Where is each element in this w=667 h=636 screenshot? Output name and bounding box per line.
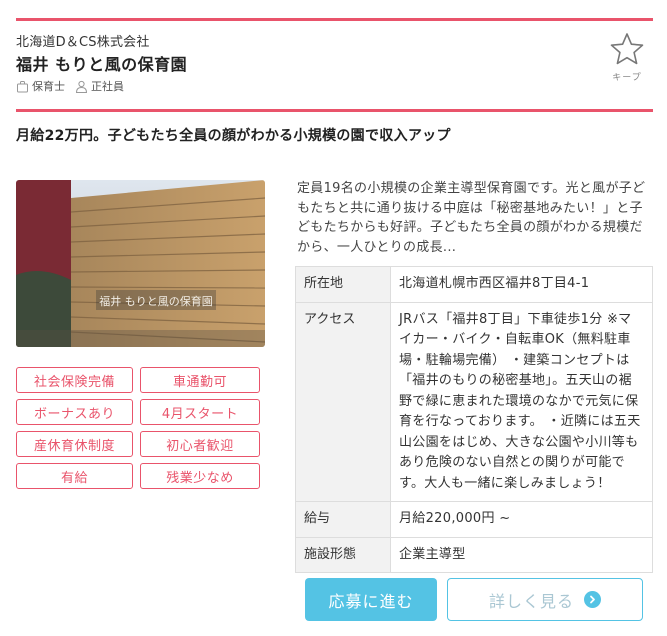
salary-label: 給与 xyxy=(295,501,391,538)
employment-type-label: 正社員 xyxy=(91,80,124,93)
keep-button[interactable]: キープ xyxy=(605,32,649,88)
chevron-right-icon xyxy=(584,591,601,608)
job-info-table: 所在地 北海道札幌市西区福井8丁目4-1 アクセス JRバス「福井8丁目」下車徒… xyxy=(295,266,653,573)
detail-button-label: 詳しく見る xyxy=(488,591,574,611)
feature-tag: 有給 xyxy=(16,463,133,489)
access-value: JRバス「福井8丁目」下車徒歩1分 ※マイカー・バイク・自転車OK（無料駐車場・… xyxy=(390,301,653,502)
company-name: 北海道D＆CS株式会社 xyxy=(16,35,150,50)
catch-copy: 月給22万円。子どもたち全員の顔がわかる小規模の園で収入アップ xyxy=(16,128,451,144)
job-description: 定員19名の小規模の企業主導型保育園です。光と風が子どもたちと共に通り抜ける中庭… xyxy=(297,181,646,255)
table-row: アクセス JRバス「福井8丁目」下車徒歩1分 ※マイカー・バイク・自転車OK（無… xyxy=(295,301,653,502)
feature-tag: 社会保険完備 xyxy=(16,367,133,393)
feature-tag: 産休育休制度 xyxy=(16,431,133,457)
header-divider xyxy=(16,109,653,112)
facility-value: 企業主導型 xyxy=(390,536,653,573)
keep-label: キープ xyxy=(612,73,642,83)
employment-type: 正社員 xyxy=(75,78,124,94)
nursery-photo[interactable]: 福井 もりと風の保育園 xyxy=(16,180,265,347)
table-row: 施設形態 企業主導型 xyxy=(295,536,653,573)
feature-tag: 車通勤可 xyxy=(140,367,260,393)
detail-button[interactable]: 詳しく見る xyxy=(447,578,643,621)
job-type-label: 保育士 xyxy=(32,80,65,93)
job-card: 北海道D＆CS株式会社 福井 もりと風の保育園 保育士 正社員 キープ 月給22… xyxy=(0,0,667,636)
star-icon xyxy=(610,33,644,65)
table-row: 給与 月給220,000円 ~ xyxy=(295,501,653,538)
facility-label: 施設形態 xyxy=(295,536,391,573)
feature-tag: 残業少なめ xyxy=(140,463,260,489)
top-divider xyxy=(16,18,653,21)
job-type: 保育士 xyxy=(16,78,65,94)
feature-tag: 4月スタート xyxy=(140,399,260,425)
feature-tag: ボーナスあり xyxy=(16,399,133,425)
location-value: 北海道札幌市西区福井8丁目4-1 xyxy=(390,266,653,303)
table-row: 所在地 北海道札幌市西区福井8丁目4-1 xyxy=(295,266,653,303)
feature-tag: 初心者歓迎 xyxy=(140,431,260,457)
access-label: アクセス xyxy=(295,301,391,502)
bag-icon xyxy=(17,80,28,92)
person-icon xyxy=(75,80,88,93)
job-meta: 保育士 正社員 xyxy=(16,78,134,94)
location-label: 所在地 xyxy=(295,266,391,303)
feature-tags: 社会保険完備 車通勤可 ボーナスあり 4月スタート 産休育休制度 初心者歓迎 有… xyxy=(16,367,260,489)
job-title[interactable]: 福井 もりと風の保育園 xyxy=(16,51,187,75)
photo-sign-text: 福井 もりと風の保育園 xyxy=(99,294,213,308)
apply-button-label: 応募に進む xyxy=(328,591,414,611)
salary-value: 月給220,000円 ~ xyxy=(390,501,653,538)
apply-button[interactable]: 応募に進む xyxy=(305,578,437,621)
